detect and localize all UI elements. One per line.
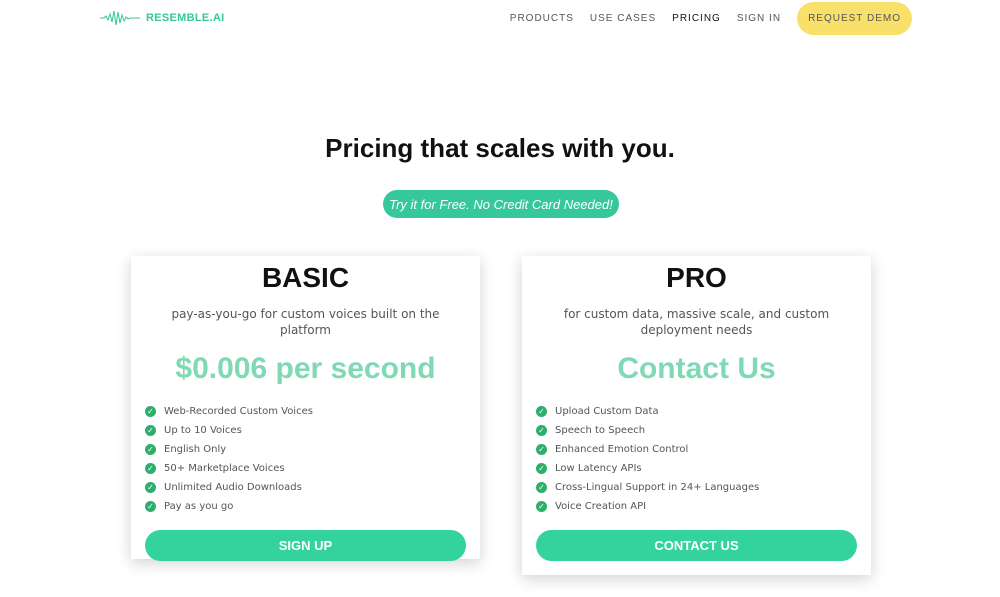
nav-pricing[interactable]: PRICING [672,13,721,24]
brand-name: RESEMBLE.AI [146,12,225,24]
feature-item: ✓ Upload Custom Data [536,402,871,421]
check-icon: ✓ [536,444,547,455]
feature-item: ✓ Pay as you go [145,497,480,516]
plan-card-pro: PRO for custom data, massive scale, and … [522,256,871,575]
top-nav: RESEMBLE.AI PRODUCTS USE CASES PRICING S… [0,0,1000,36]
nav-use-cases[interactable]: USE CASES [590,13,656,24]
check-icon: ✓ [145,463,156,474]
request-demo-button[interactable]: REQUEST DEMO [797,1,912,35]
check-icon: ✓ [536,425,547,436]
contact-us-button[interactable]: CONTACT US [536,530,857,561]
feature-item: ✓ Low Latency APIs [536,459,871,478]
check-icon: ✓ [145,425,156,436]
check-icon: ✓ [536,482,547,493]
logo[interactable]: RESEMBLE.AI [100,9,224,27]
check-icon: ✓ [145,501,156,512]
sign-up-button[interactable]: SIGN UP [145,530,466,561]
nav-products[interactable]: PRODUCTS [510,13,574,24]
feature-item: ✓ Web-Recorded Custom Voices [145,402,480,421]
plan-name: PRO [666,262,727,293]
check-icon: ✓ [536,501,547,512]
feature-item: ✓ 50+ Marketplace Voices [145,459,480,478]
plan-card-basic: BASIC pay-as-you-go for custom voices bu… [131,256,480,561]
check-icon: ✓ [145,406,156,417]
plan-price: Contact Us [617,352,776,385]
feature-item: ✓ Cross-Lingual Support in 24+ Languages [536,478,871,497]
waveform-icon [100,10,140,26]
plan-price: $0.006 per second [175,352,436,385]
feature-item: ✓ Unlimited Audio Downloads [145,478,480,497]
feature-item: ✓ Speech to Speech [536,421,871,440]
check-icon: ✓ [145,482,156,493]
feature-item: ✓ Voice Creation API [536,497,871,516]
plan-subtitle: pay-as-you-go for custom voices built on… [171,307,440,337]
check-icon: ✓ [145,444,156,455]
plan-subtitle: for custom data, massive scale, and cust… [563,307,830,337]
feature-item: ✓ English Only [145,440,480,459]
check-icon: ✓ [536,463,547,474]
plan-name: BASIC [261,262,350,293]
page-title: Pricing that scales with you. [325,133,675,163]
nav-sign-in[interactable]: SIGN IN [737,13,781,24]
feature-item: ✓ Enhanced Emotion Control [536,440,871,459]
try-free-button[interactable]: Try it for Free. No Credit Card Needed! [383,190,619,218]
feature-item: ✓ Up to 10 Voices [145,421,480,440]
check-icon: ✓ [536,406,547,417]
